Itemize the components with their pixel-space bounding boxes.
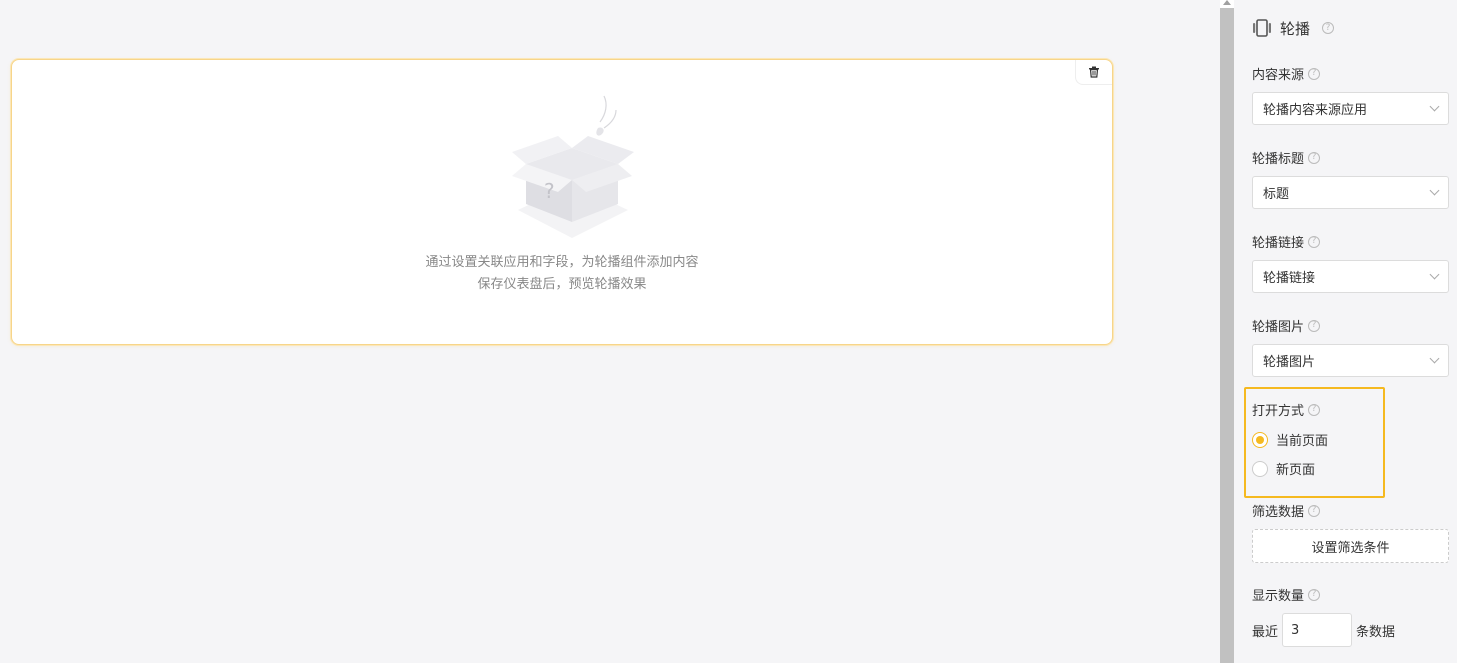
help-icon[interactable]: ? [1308,319,1321,332]
scroll-up-arrow-icon[interactable] [1223,0,1231,5]
radio-label: 新页面 [1276,463,1316,478]
carousel-icon [1253,19,1271,37]
chevron-down-icon [1429,101,1440,112]
carousel-widget-card[interactable]: ? 通过设置关联应用和字段，为轮播组件添加内容 保存仪表盘后，预览轮播效果 [11,59,1113,345]
count-suffix: 条数据 [1356,624,1396,640]
carousel-link-value: 轮播链接 [1263,271,1316,286]
radio-current-page[interactable]: 当前页面 [1252,430,1328,449]
content-source-value: 轮播内容来源应用 [1263,103,1368,118]
help-icon[interactable]: ? [1308,151,1321,164]
help-icon[interactable]: ? [1308,588,1321,601]
count-prefix: 最近 [1252,624,1279,640]
empty-hint-line-1: 通过设置关联应用和字段，为轮播组件添加内容 [425,255,699,270]
carousel-title-value: 标题 [1263,187,1290,202]
count-input[interactable] [1282,613,1353,647]
content-source-select[interactable]: 轮播内容来源应用 [1252,92,1449,125]
content-source-label: 内容来源? [1252,64,1321,83]
delete-widget-button[interactable] [1075,60,1112,85]
carousel-image-select[interactable]: 轮播图片 [1252,344,1449,377]
open-mode-label: 打开方式? [1252,400,1321,419]
carousel-title-label: 轮播标题? [1252,148,1321,167]
scrollbar-thumb[interactable] [1220,8,1234,663]
help-icon[interactable]: ? [1308,403,1321,416]
chevron-down-icon [1429,269,1440,280]
panel-title: 轮播 [1280,19,1311,38]
vertical-scrollbar[interactable] [1220,0,1234,663]
carousel-link-select[interactable]: 轮播链接 [1252,260,1449,293]
filter-label: 筛选数据? [1252,501,1321,520]
empty-hint-line-2: 保存仪表盘后，预览轮播效果 [477,277,647,292]
chevron-down-icon [1429,353,1440,364]
radio-checked-icon[interactable] [1252,431,1268,448]
radio-new-page[interactable]: 新页面 [1252,459,1315,478]
help-icon[interactable]: ? [1308,504,1321,517]
carousel-link-label: 轮播链接? [1252,232,1321,251]
trash-icon [1089,66,1099,78]
dashboard-canvas: ? 通过设置关联应用和字段，为轮播组件添加内容 保存仪表盘后，预览轮播效果 [0,0,1220,663]
svg-text:?: ? [544,179,555,203]
help-icon[interactable]: ? [1308,67,1321,80]
carousel-image-label: 轮播图片? [1252,316,1321,335]
help-icon[interactable]: ? [1308,235,1321,248]
empty-box-icon: ? [512,95,634,238]
help-icon[interactable]: ? [1322,22,1335,34]
display-count-label: 显示数量? [1252,585,1321,604]
radio-label: 当前页面 [1276,434,1329,449]
display-count-row: 最近 条数据 [1252,613,1395,647]
carousel-title-select[interactable]: 标题 [1252,176,1449,209]
properties-panel: 轮播 ? 内容来源? 轮播内容来源应用 轮播标题? 标题 轮播链接? 轮播链接 … [1234,0,1457,663]
chevron-down-icon [1429,185,1440,196]
set-filter-button[interactable]: 设置筛选条件 [1252,529,1449,563]
radio-unchecked-icon[interactable] [1252,460,1268,477]
carousel-image-value: 轮播图片 [1263,355,1316,370]
panel-header: 轮播 ? [1252,16,1335,40]
